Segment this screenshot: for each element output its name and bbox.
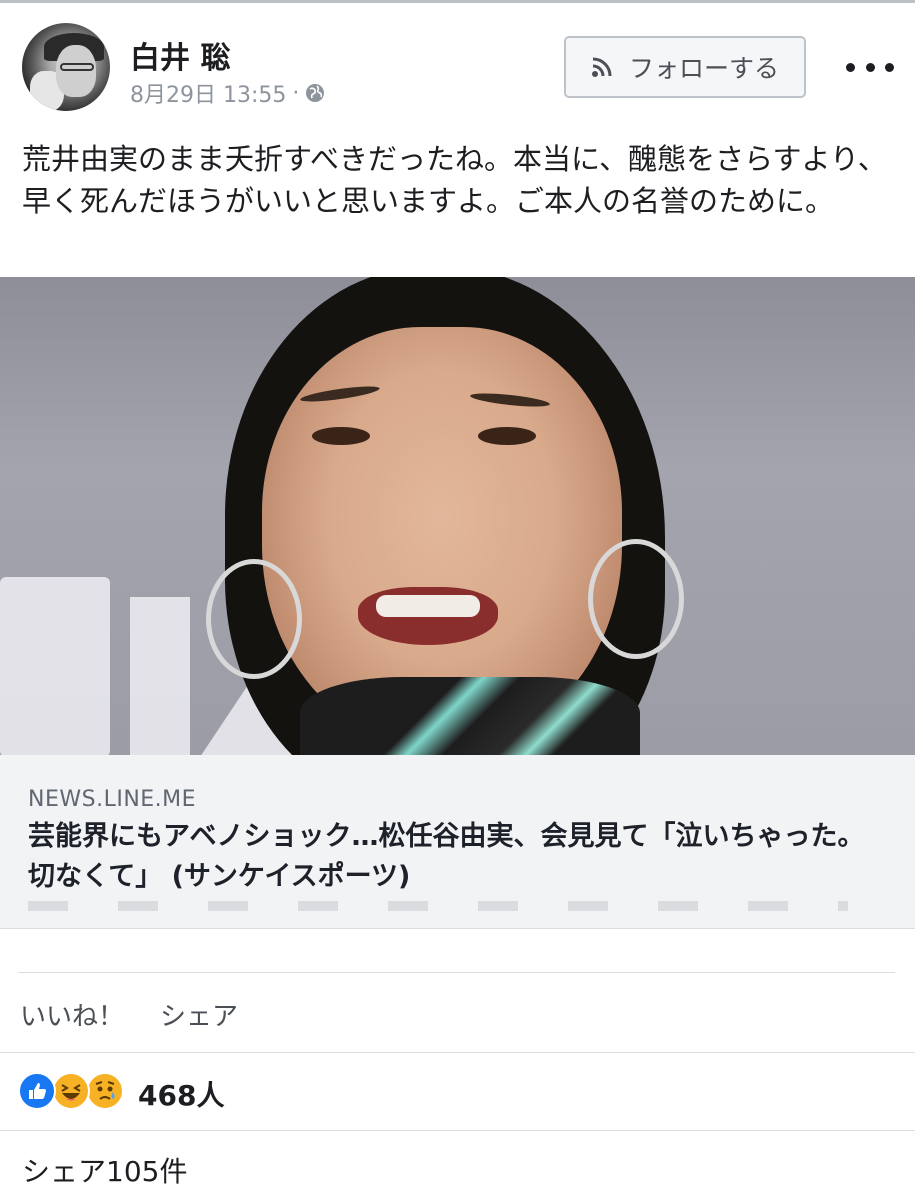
- author-name[interactable]: 白井 聡: [130, 33, 230, 77]
- share-button[interactable]: シェア: [160, 996, 238, 1033]
- share-count[interactable]: シェア105件: [22, 1150, 187, 1190]
- reaction-icons[interactable]: [18, 1072, 126, 1112]
- rss-icon: [591, 57, 612, 77]
- haha-icon: [52, 1072, 90, 1110]
- link-preview-caption[interactable]: NEWS.LINE.ME 芸能界にもアベノショック…松任谷由実、会見見て「泣いち…: [0, 755, 915, 928]
- divider: [18, 972, 895, 973]
- post-text: 荒井由実のまま夭折すべきだったね。本当に、醜態をさらすより、早く死んだほうがいい…: [22, 142, 887, 218]
- divider: [0, 1052, 915, 1053]
- meta-separator: ·: [292, 80, 300, 106]
- link-preview-image[interactable]: [0, 277, 915, 755]
- sad-icon: [86, 1072, 124, 1110]
- post-date[interactable]: 8月29日 13:55: [130, 77, 286, 109]
- post-header: 白井 聡 8月29日 13:55 · フォローする: [0, 3, 915, 115]
- follow-label: フォローする: [628, 54, 779, 83]
- divider: [0, 928, 915, 929]
- action-bar: いいね！ シェア: [0, 974, 915, 1052]
- like-button[interactable]: いいね！: [20, 996, 124, 1033]
- globe-icon: [306, 84, 325, 102]
- divider: [0, 1130, 915, 1131]
- follow-button[interactable]: フォローする: [564, 36, 806, 98]
- like-icon: [18, 1072, 56, 1110]
- reaction-count[interactable]: 468人: [138, 1074, 224, 1114]
- reactions-summary: 468人: [0, 1054, 915, 1130]
- link-description-fade: [28, 901, 848, 911]
- link-domain: NEWS.LINE.ME: [28, 787, 197, 812]
- link-title: 芸能界にもアベノショック…松任谷由実、会見見て「泣いちゃった。切なくて」 (サン…: [28, 821, 865, 892]
- post-meta: 8月29日 13:55 ·: [130, 77, 325, 109]
- avatar[interactable]: [22, 23, 110, 111]
- more-dots-icon[interactable]: [846, 55, 894, 79]
